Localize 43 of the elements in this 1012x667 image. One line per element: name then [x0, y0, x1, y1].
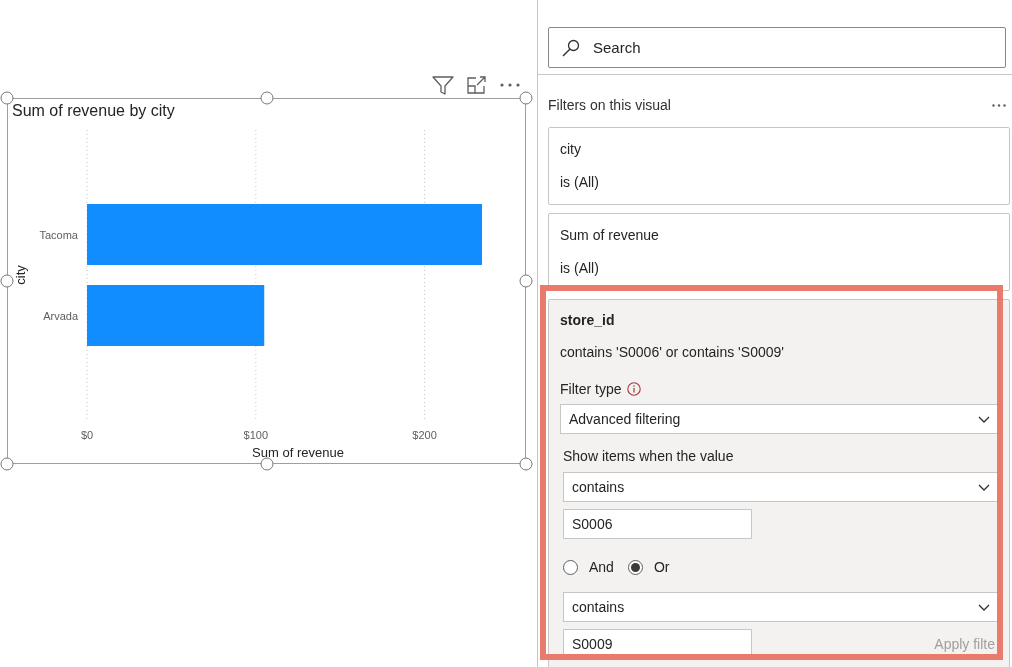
filter-card[interactable]: Sum of revenue is (All) [548, 213, 1010, 291]
filter-field-name: Sum of revenue [560, 226, 659, 245]
filter-icon[interactable] [432, 75, 454, 95]
section-title: Filters on this visual [548, 97, 671, 113]
category-label: Tacoma [39, 228, 78, 241]
resize-handle[interactable] [0, 91, 14, 105]
chart-visual[interactable]: Sum of revenue by city Tacoma Arvada $0 $100 $200 Sum of revenue city [7, 98, 526, 464]
filter-field-name: store_id [560, 311, 615, 330]
filter-type-label: Filter type [560, 381, 622, 397]
resize-handle[interactable] [0, 457, 14, 471]
category-label: Arvada [43, 309, 78, 322]
resize-handle[interactable] [260, 457, 273, 471]
filter-card[interactable]: city is (All) [548, 127, 1010, 205]
more-options-icon[interactable] [500, 83, 520, 87]
resize-handle[interactable] [260, 91, 273, 105]
info-icon[interactable] [627, 382, 642, 396]
chevron-down-icon [978, 604, 990, 611]
more-options-icon[interactable] [992, 103, 1006, 107]
condition-label: Show items when the value [563, 447, 734, 466]
radio-option[interactable]: And [563, 559, 614, 575]
radio-option[interactable]: Or [627, 559, 670, 575]
chevron-down-icon [978, 484, 990, 491]
chevron-down-icon [978, 416, 990, 423]
value-input[interactable]: S0006 [563, 509, 752, 539]
resize-handle[interactable] [519, 457, 533, 471]
chart-title: Sum of revenue by city [11, 101, 175, 121]
radio-button[interactable] [627, 559, 643, 575]
tick-label: $0 [80, 429, 94, 441]
filter-summary: is (All) [560, 173, 599, 192]
axis-title: city [13, 265, 28, 285]
filter-field-name: city [560, 140, 581, 159]
tick-label: $100 [243, 429, 269, 441]
focus-mode-icon[interactable] [467, 76, 487, 94]
filter-summary: contains 'S0006' or contains 'S0009' [560, 343, 784, 362]
search-icon [562, 39, 580, 57]
search-field[interactable]: Search [548, 27, 1006, 68]
axis-title: Sum of revenue [252, 445, 344, 460]
filter-summary: is (All) [560, 259, 599, 278]
resize-handle[interactable] [0, 274, 14, 288]
resize-handle[interactable] [519, 274, 533, 288]
tick-label: $200 [412, 429, 437, 441]
resize-handle[interactable] [519, 91, 533, 105]
radio-button[interactable] [563, 559, 578, 575]
